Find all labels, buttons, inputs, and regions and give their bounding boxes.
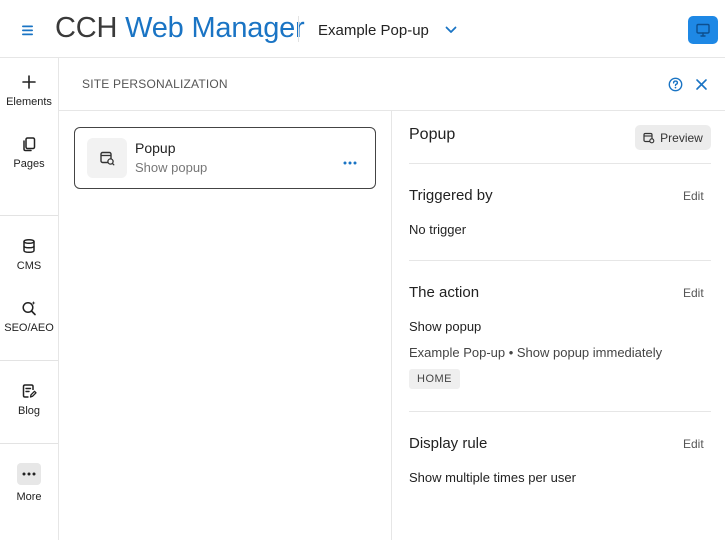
list-item-subtitle: Show popup (135, 160, 208, 175)
panel-header: SITE PERSONALIZATION (59, 58, 725, 111)
more-icon (17, 463, 41, 485)
left-rail: Elements Pages CMS SEO/AEO Blog More (0, 58, 59, 540)
blog-icon (22, 384, 37, 398)
preview-label: Preview (660, 130, 703, 145)
rail-item-label: Blog (17, 405, 41, 417)
rail-item-cms[interactable]: CMS (0, 238, 58, 272)
rail-item-more[interactable]: More (0, 463, 58, 503)
divider (409, 260, 711, 261)
divider (298, 16, 299, 42)
detail-panel: Popup Preview Triggered by Edit No trigg… (393, 111, 725, 540)
detail-title: Popup (409, 126, 456, 143)
help-icon[interactable] (668, 77, 683, 97)
page-tag: HOME (409, 369, 460, 389)
personalization-list: Popup Show popup (59, 111, 392, 540)
rail-item-label: SEO/AEO (4, 322, 54, 334)
divider (0, 443, 58, 444)
more-options-icon[interactable] (343, 152, 357, 170)
action-value: Show popup (409, 319, 482, 334)
action-description: Example Pop-up • Show popup immediately (409, 345, 663, 360)
rail-item-blog[interactable]: Blog (0, 383, 58, 417)
popup-icon (87, 138, 127, 178)
divider (409, 163, 711, 164)
monitor-icon (696, 23, 710, 37)
list-item-title: Popup (135, 140, 176, 156)
rail-item-label: Pages (13, 158, 45, 170)
divider (0, 360, 58, 361)
divider (409, 411, 711, 412)
seo-icon (22, 301, 36, 316)
panel-title: SITE PERSONALIZATION (82, 77, 228, 91)
trigger-value: No trigger (409, 222, 467, 237)
rail-item-elements[interactable]: Elements (0, 74, 58, 108)
divider (0, 215, 58, 216)
preview-screen-button[interactable] (688, 16, 718, 44)
database-icon (23, 238, 35, 254)
rail-item-label: More (16, 491, 42, 503)
triggered-by-title: Triggered by (409, 187, 493, 204)
preview-icon (643, 132, 655, 143)
brand-logo: CCH Web Manager (55, 10, 305, 46)
brand-primary: CCH (55, 12, 118, 44)
display-rule-title: Display rule (409, 435, 488, 452)
rail-item-seo[interactable]: SEO/AEO (0, 300, 58, 334)
edit-action-link[interactable]: Edit (683, 286, 704, 300)
top-bar: CCH Web Manager Example Pop-up (0, 0, 725, 58)
pages-icon (23, 137, 36, 152)
edit-display-rule-link[interactable]: Edit (683, 437, 704, 451)
brand-secondary: Web Manager (125, 12, 305, 44)
site-selector-label: Example Pop-up (318, 21, 429, 39)
list-item[interactable]: Popup Show popup (74, 127, 376, 189)
edit-trigger-link[interactable]: Edit (683, 189, 704, 203)
site-selector-dropdown[interactable]: Example Pop-up (318, 18, 457, 42)
action-title: The action (409, 284, 480, 301)
preview-button[interactable]: Preview (635, 125, 711, 150)
plus-icon (22, 75, 36, 89)
rail-item-label: Elements (6, 96, 52, 108)
chevron-down-icon (445, 26, 457, 33)
rail-item-label: CMS (16, 260, 42, 272)
hamburger-menu-icon[interactable] (18, 20, 38, 40)
close-icon[interactable] (695, 78, 708, 96)
rail-item-pages[interactable]: Pages (0, 136, 58, 170)
display-rule-value: Show multiple times per user (409, 470, 576, 485)
